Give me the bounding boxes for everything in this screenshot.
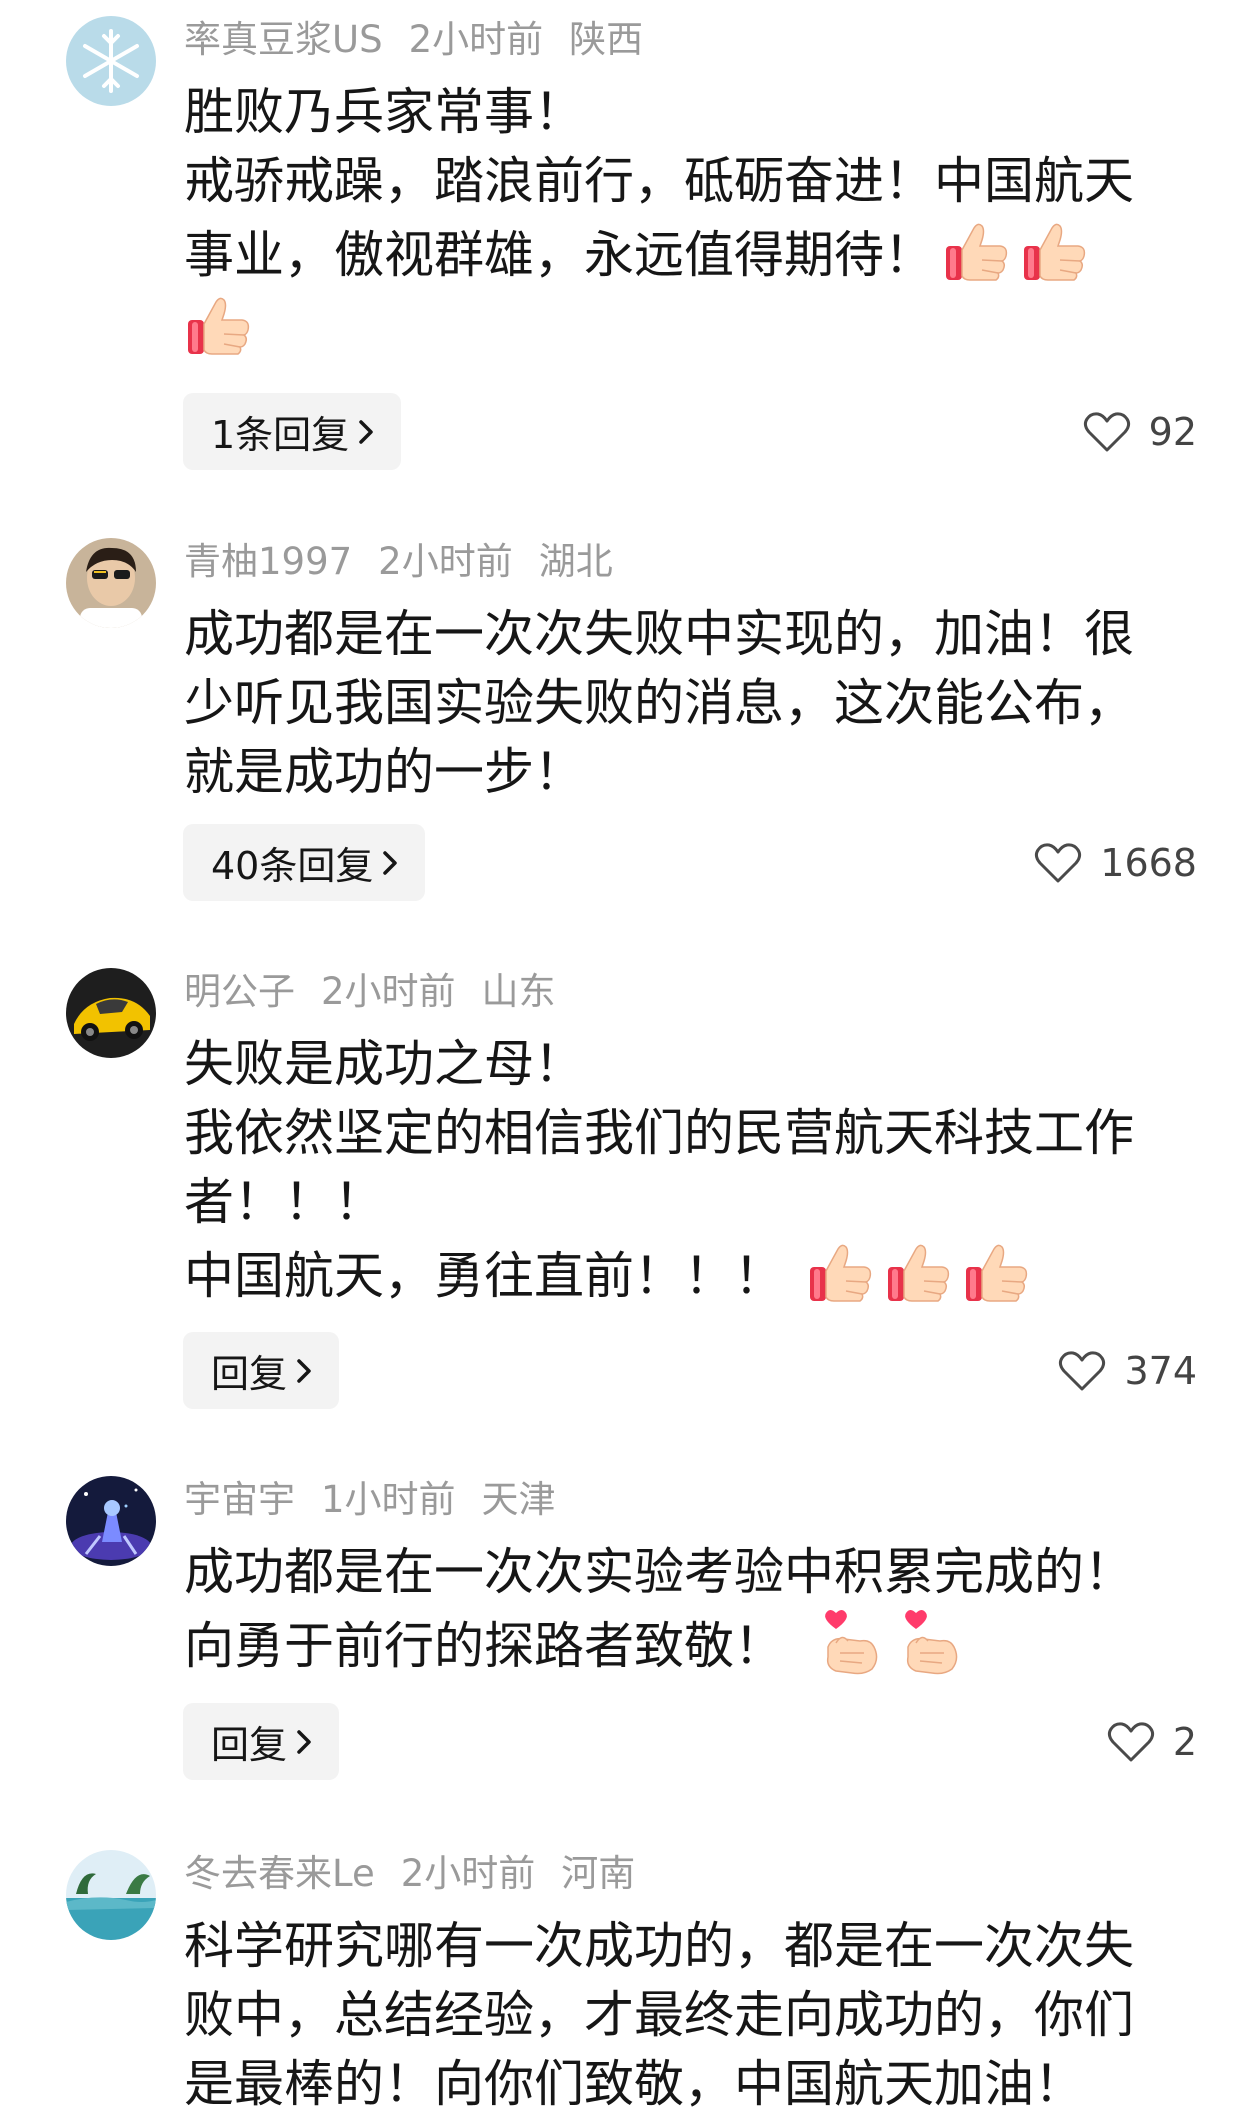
avatar[interactable] [66, 968, 156, 1058]
comment-line: 胜败乃兵家常事！ [184, 83, 584, 141]
thumbs-up-emoji-icon [1020, 216, 1090, 286]
username[interactable]: 明公子 [184, 970, 295, 1013]
thumbs-up-emoji-icon [806, 1237, 876, 1307]
comment-line-text: 中国航天，勇往直前！！！ [184, 1247, 784, 1305]
username[interactable]: 青柚1997 [184, 540, 352, 583]
comment-line: 我依然坚定的相信我们的民营航天科技工作 [184, 1104, 1134, 1162]
location: 陕西 [569, 18, 644, 61]
timestamp: 2小时前 [321, 970, 456, 1013]
comment-line: 少听见我国实验失败的消息，这次能公布， [184, 674, 1134, 732]
finger-heart-emoji-icon [894, 1607, 964, 1677]
chevron-right-icon [293, 1356, 315, 1386]
view-replies-button[interactable]: 1条回复 [183, 393, 402, 470]
thumbs-up-emoji-icon [184, 290, 254, 360]
comment-meta: 冬去春来Le 2小时前 河南 [184, 1848, 661, 1900]
timestamp: 2小时前 [408, 18, 544, 61]
comment-body: 科学研究哪有一次成功的，都是在一次次失 败中，总结经验，才最终走向成功的，你们 … [184, 1912, 1196, 2119]
like-button[interactable]: 1668 [1034, 824, 1197, 901]
comment-meta: 宇宙宇 1小时前 天津 [184, 1474, 582, 1526]
comment-line: 戒骄戒躁，踏浪前行，砥砺奋进！中国航天 [184, 152, 1134, 210]
comment-body: 胜败乃兵家常事！ 戒骄戒躁，踏浪前行，砥砺奋进！中国航天 事业，傲视群雄，永远值… [184, 78, 1196, 364]
comment-line: 事业，傲视群雄，永远值得期待！ [184, 216, 1196, 290]
like-count: 2 [1172, 1719, 1197, 1764]
reply-label: 回复 [211, 1723, 288, 1767]
comment-line: 是最棒的！向你们致敬，中国航天加油！ [184, 2055, 1084, 2113]
comment-line-text: 向勇于前行的探路者致敬！ [184, 1617, 784, 1675]
person-avatar-icon [66, 538, 156, 628]
username[interactable]: 宇宙宇 [184, 1478, 295, 1521]
chevron-right-icon [293, 1727, 315, 1757]
comment-meta: 明公子 2小时前 山东 [184, 966, 582, 1018]
reply-button[interactable]: 回复 [183, 1703, 340, 1780]
yellow-car-avatar-icon [66, 968, 156, 1058]
comment-line: 科学研究哪有一次成功的，都是在一次次失 [184, 1917, 1134, 1975]
comment-meta: 青柚1997 2小时前 湖北 [184, 536, 639, 588]
finger-heart-emoji-icon [814, 1607, 884, 1677]
comment-body: 成功都是在一次次实验考验中积累完成的！ 向勇于前行的探路者致敬！ [184, 1538, 1196, 1681]
comment-line-text: 事业，傲视群雄，永远值得期待！ [184, 226, 934, 284]
avatar[interactable] [66, 1476, 156, 1566]
timestamp: 2小时前 [400, 1852, 536, 1895]
comment-line [184, 290, 1196, 364]
heart-outline-icon [1034, 841, 1082, 885]
like-button[interactable]: 374 [1058, 1332, 1197, 1409]
comment-line: 败中，总结经验，才最终走向成功的，你们 [184, 1986, 1134, 2044]
reply-label: 回复 [211, 1352, 288, 1396]
comment-body: 成功都是在一次次失败中实现的，加油！很 少听见我国实验失败的消息，这次能公布， … [184, 600, 1196, 807]
avatar[interactable] [66, 1850, 156, 1940]
comment-line: 成功都是在一次次实验考验中积累完成的！ [184, 1543, 1134, 1601]
reply-label: 40条回复 [211, 844, 374, 888]
timestamp: 1小时前 [321, 1478, 456, 1521]
like-button[interactable]: 92 [1083, 393, 1197, 470]
seaside-avatar-icon [66, 1850, 156, 1940]
heart-outline-icon [1107, 1720, 1155, 1764]
thumbs-up-emoji-icon [942, 216, 1012, 286]
chevron-right-icon [379, 848, 401, 878]
reply-button[interactable]: 回复 [183, 1332, 340, 1409]
comment-meta: 率真豆浆US 2小时前 陕西 [184, 14, 669, 66]
chevron-right-icon [355, 417, 377, 447]
username[interactable]: 冬去春来Le [184, 1852, 375, 1895]
like-count: 1668 [1100, 840, 1197, 885]
avatar[interactable] [66, 538, 156, 628]
location: 天津 [481, 1478, 556, 1521]
snowflake-avatar-icon [66, 16, 156, 106]
thumbs-up-emoji-icon [884, 1237, 954, 1307]
like-button[interactable]: 2 [1107, 1703, 1197, 1780]
location: 湖北 [538, 540, 613, 583]
thumbs-up-emoji-icon [962, 1237, 1032, 1307]
heart-outline-icon [1058, 1349, 1106, 1393]
comment-line: 向勇于前行的探路者致敬！ [184, 1607, 1196, 1681]
comment-line: 中国航天，勇往直前！！！ [184, 1237, 1196, 1311]
comment-line: 者！！！ [184, 1173, 384, 1231]
heart-outline-icon [1083, 410, 1131, 454]
like-count: 92 [1148, 409, 1197, 454]
comment-line: 失败是成功之母！ [184, 1035, 584, 1093]
space-avatar-icon [66, 1476, 156, 1566]
comment-line: 成功都是在一次次失败中实现的，加油！很 [184, 605, 1134, 663]
username[interactable]: 率真豆浆US [184, 18, 383, 61]
timestamp: 2小时前 [378, 540, 513, 583]
comment-line: 就是成功的一步！ [184, 743, 584, 801]
view-replies-button[interactable]: 40条回复 [183, 824, 426, 901]
reply-label: 1条回复 [211, 413, 350, 457]
comment-body: 失败是成功之母！ 我依然坚定的相信我们的民营航天科技工作 者！！！ 中国航天，勇… [184, 1030, 1196, 1311]
avatar[interactable] [66, 16, 156, 106]
location: 河南 [561, 1852, 636, 1895]
like-count: 374 [1124, 1348, 1197, 1393]
location: 山东 [481, 970, 556, 1013]
